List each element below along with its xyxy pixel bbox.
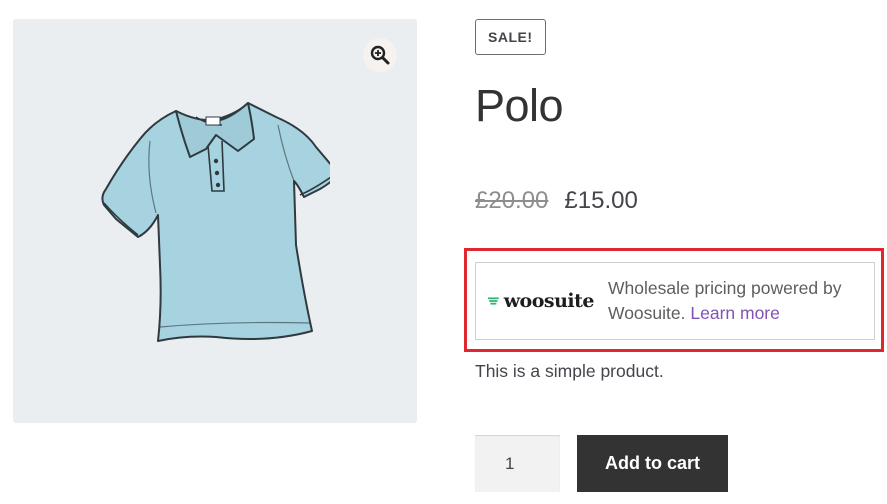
quantity-input[interactable] (475, 435, 560, 492)
add-to-cart-button[interactable]: Add to cart (577, 435, 728, 492)
polo-shirt-image[interactable] (98, 95, 330, 345)
price: £20.00 £15.00 (475, 184, 638, 218)
product-title: Polo (475, 80, 564, 131)
zoom-in-icon (370, 45, 390, 65)
woosuite-logo: woosuite (476, 290, 595, 312)
regular-price: £20.00 (475, 187, 549, 214)
wholesale-notice-text: Wholesale pricing powered by Woosuite. L… (594, 276, 874, 326)
product-description: This is a simple product. (475, 361, 664, 381)
sale-badge: SALE! (475, 19, 546, 55)
zoom-button[interactable] (363, 38, 397, 72)
wholesale-notice: woosuite Wholesale pricing powered by Wo… (475, 262, 875, 340)
woosuite-logo-text: woosuite (503, 290, 595, 312)
sale-price: £15.00 (564, 187, 638, 214)
product-gallery (13, 19, 417, 423)
learn-more-link[interactable]: Learn more (690, 303, 780, 323)
cart-icon (488, 297, 499, 305)
